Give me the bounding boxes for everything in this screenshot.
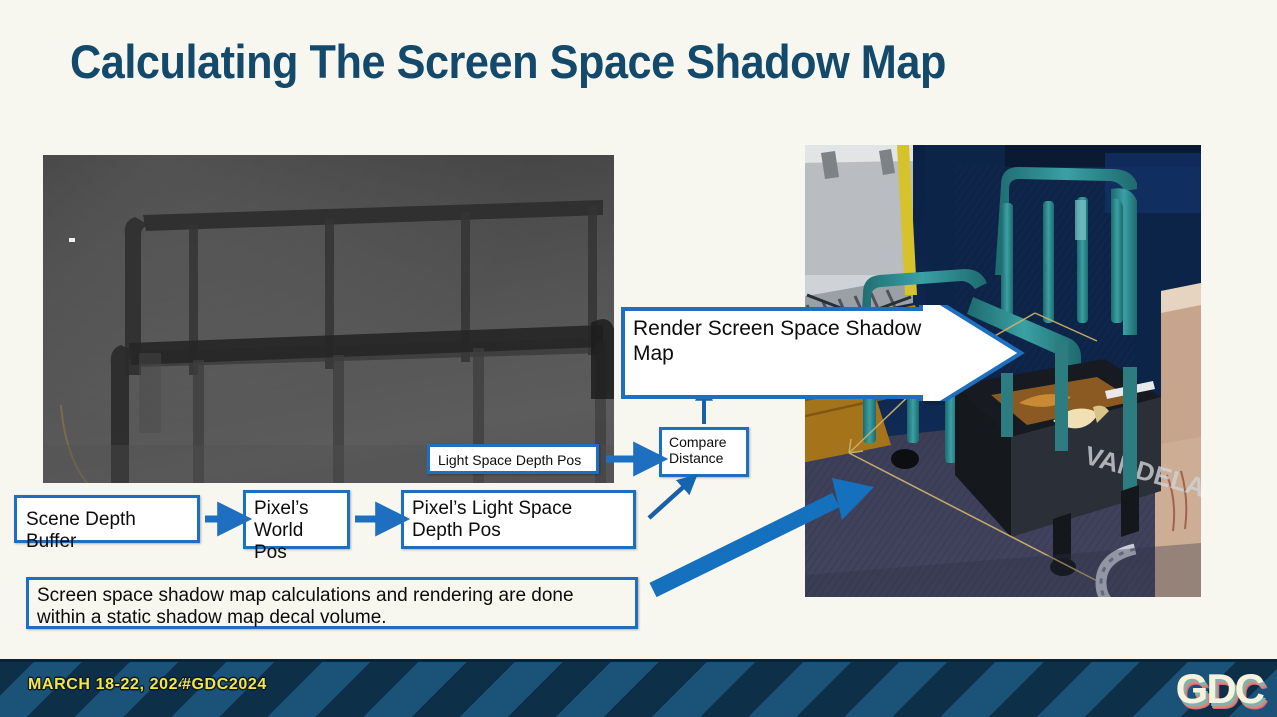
compare-distance-line-1: Compare: [669, 434, 727, 450]
box-decal-volume-caption: Screen space shadow map calculations and…: [26, 577, 638, 629]
callout-render-screen-space-shadow-map[interactable]: Render Screen Space Shadow Map: [621, 305, 1026, 401]
box-light-space-depth-pos[interactable]: Light Space Depth Pos: [427, 444, 599, 474]
footer-date: MARCH 18-22, 2024: [28, 676, 188, 693]
arrow-lightdepth-to-compare: [647, 474, 698, 520]
gdc-logo: GDC: [1175, 665, 1265, 712]
scene-depth-buffer-image: [43, 155, 614, 483]
page-title: Calculating The Screen Space Shadow Map: [70, 35, 946, 88]
box-scene-depth-buffer[interactable]: Scene Depth Buffer: [14, 495, 200, 552]
box-light-space-depth-pos-label: Light Space Depth Pos: [438, 452, 582, 468]
box-pixels-light-space-depth-pos[interactable]: Pixel’s Light Space Depth Pos: [401, 490, 636, 549]
slide-canvas: Calculating The Screen Space Shadow Map: [0, 0, 1277, 717]
compare-distance-line-2: Distance: [669, 450, 724, 467]
box-scene-depth-buffer-label: Scene Depth Buffer: [26, 509, 136, 553]
pixels-world-pos-line-2: World Pos: [254, 520, 304, 564]
box-pixels-light-space-depth-pos-label: Pixel’s Light Space Depth Pos: [412, 498, 573, 542]
slide-footer: MARCH 18-22, 2024 #GDC2024 GDC: [0, 659, 1277, 717]
render-callout-label: Render Screen Space Shadow Map: [633, 317, 922, 365]
decal-volume-caption-text: Screen space shadow map calculations and…: [37, 585, 574, 629]
box-pixels-world-pos[interactable]: Pixel’s World Pos: [243, 490, 350, 563]
depth-railing-silhouette: [43, 200, 614, 483]
box-compare-distance[interactable]: Compare Distance: [659, 427, 749, 477]
footer-hashtag: #GDC2024: [182, 676, 267, 693]
pixels-world-pos-line-1: Pixel’s: [254, 498, 309, 519]
